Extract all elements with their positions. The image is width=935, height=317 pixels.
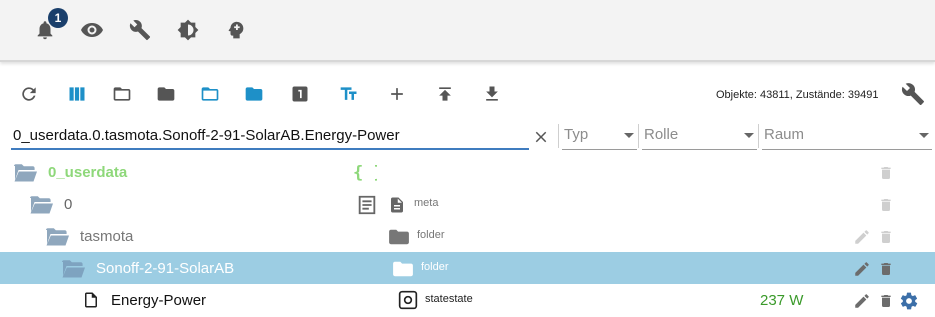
columns-icon[interactable] — [65, 82, 89, 106]
top-app-bar: 1 — [0, 0, 935, 62]
tree-row[interactable]: 0_userdata { } — [0, 156, 935, 188]
delete-icon[interactable] — [876, 259, 896, 279]
role-select[interactable]: Rolle — [642, 122, 757, 150]
file-icon — [82, 290, 100, 315]
role-select-label: Rolle — [644, 126, 679, 143]
folder-open-icon — [12, 163, 38, 188]
object-toolbar: Objekte: 43811, Zustände: 39491 — [0, 78, 935, 112]
document-icon — [388, 195, 406, 220]
tree-item-role: folder — [417, 229, 445, 241]
settings-wrench-icon[interactable] — [900, 81, 926, 107]
tree-item-name: 0 — [64, 196, 73, 213]
filter-divider — [758, 124, 759, 148]
tree-row[interactable]: 0 meta — [0, 188, 935, 220]
one-icon[interactable] — [288, 82, 312, 106]
gear-icon[interactable] — [899, 291, 919, 311]
tree-row[interactable]: tasmota folder — [0, 220, 935, 252]
tree-item-role: meta — [414, 197, 439, 209]
tree-item-role: statestate — [425, 293, 473, 305]
filter-bar: Typ Rolle Raum — [0, 120, 935, 152]
folder-open-icon — [44, 227, 70, 252]
filter-divider — [558, 124, 559, 148]
tree-item-role: folder — [421, 261, 449, 273]
tree-item-name: Energy-Power — [111, 292, 207, 309]
folder-open-icon — [60, 259, 86, 284]
tree-item-name: Sonoff-2-91-SolarAB — [96, 260, 235, 277]
object-state-stats: Objekte: 43811, Zustände: 39491 — [716, 89, 879, 101]
type-select[interactable]: Typ — [562, 122, 637, 150]
brightness-icon[interactable] — [175, 17, 201, 43]
folder-icon — [388, 228, 410, 251]
folder-open-icon — [28, 195, 54, 220]
delete-icon[interactable] — [876, 227, 896, 247]
delete-icon[interactable] — [876, 195, 896, 215]
folder-icon — [392, 260, 414, 283]
wrench-icon[interactable] — [127, 17, 153, 43]
delete-icon[interactable] — [876, 291, 896, 311]
svg-text:{ }: { } — [353, 163, 377, 182]
tree-row[interactable]: Energy-Power statestate 237 W — [0, 284, 935, 316]
room-select[interactable]: Raum — [762, 122, 932, 150]
notification-badge: 1 — [48, 8, 68, 28]
folder-open-icon[interactable] — [110, 82, 134, 106]
tree-row-selected[interactable]: Sonoff-2-91-SolarAB folder — [0, 252, 935, 284]
folder-closed-icon[interactable] — [154, 82, 178, 106]
edit-pencil-icon[interactable] — [852, 259, 872, 279]
tree-item-name: 0_userdata — [48, 164, 128, 181]
chevron-down-icon — [744, 133, 754, 138]
download-icon[interactable] — [480, 82, 504, 106]
text-size-icon[interactable] — [337, 82, 361, 106]
expert-head-icon[interactable] — [223, 17, 249, 43]
json-braces-icon[interactable]: { } — [353, 162, 384, 187]
path-filter-input[interactable] — [11, 124, 529, 150]
delete-icon[interactable] — [876, 163, 896, 183]
list-view-icon[interactable] — [356, 194, 378, 221]
room-select-label: Raum — [764, 126, 805, 143]
chevron-down-icon — [919, 133, 929, 138]
refresh-icon[interactable] — [17, 82, 41, 106]
chevron-down-icon — [624, 133, 634, 138]
eye-icon[interactable] — [79, 17, 105, 43]
folder-open-blue-icon[interactable] — [198, 82, 222, 106]
edit-pencil-icon[interactable] — [852, 227, 872, 247]
type-select-label: Typ — [564, 126, 589, 143]
state-value[interactable]: 237 W — [760, 292, 803, 309]
clear-filter-icon[interactable] — [530, 126, 552, 148]
state-icon — [398, 290, 418, 315]
plus-icon[interactable] — [385, 82, 409, 106]
edit-pencil-icon[interactable] — [852, 291, 872, 311]
tree-item-name: tasmota — [80, 228, 134, 245]
folder-blue-icon[interactable] — [242, 82, 266, 106]
upload-icon[interactable] — [433, 82, 457, 106]
filter-divider — [638, 124, 639, 148]
